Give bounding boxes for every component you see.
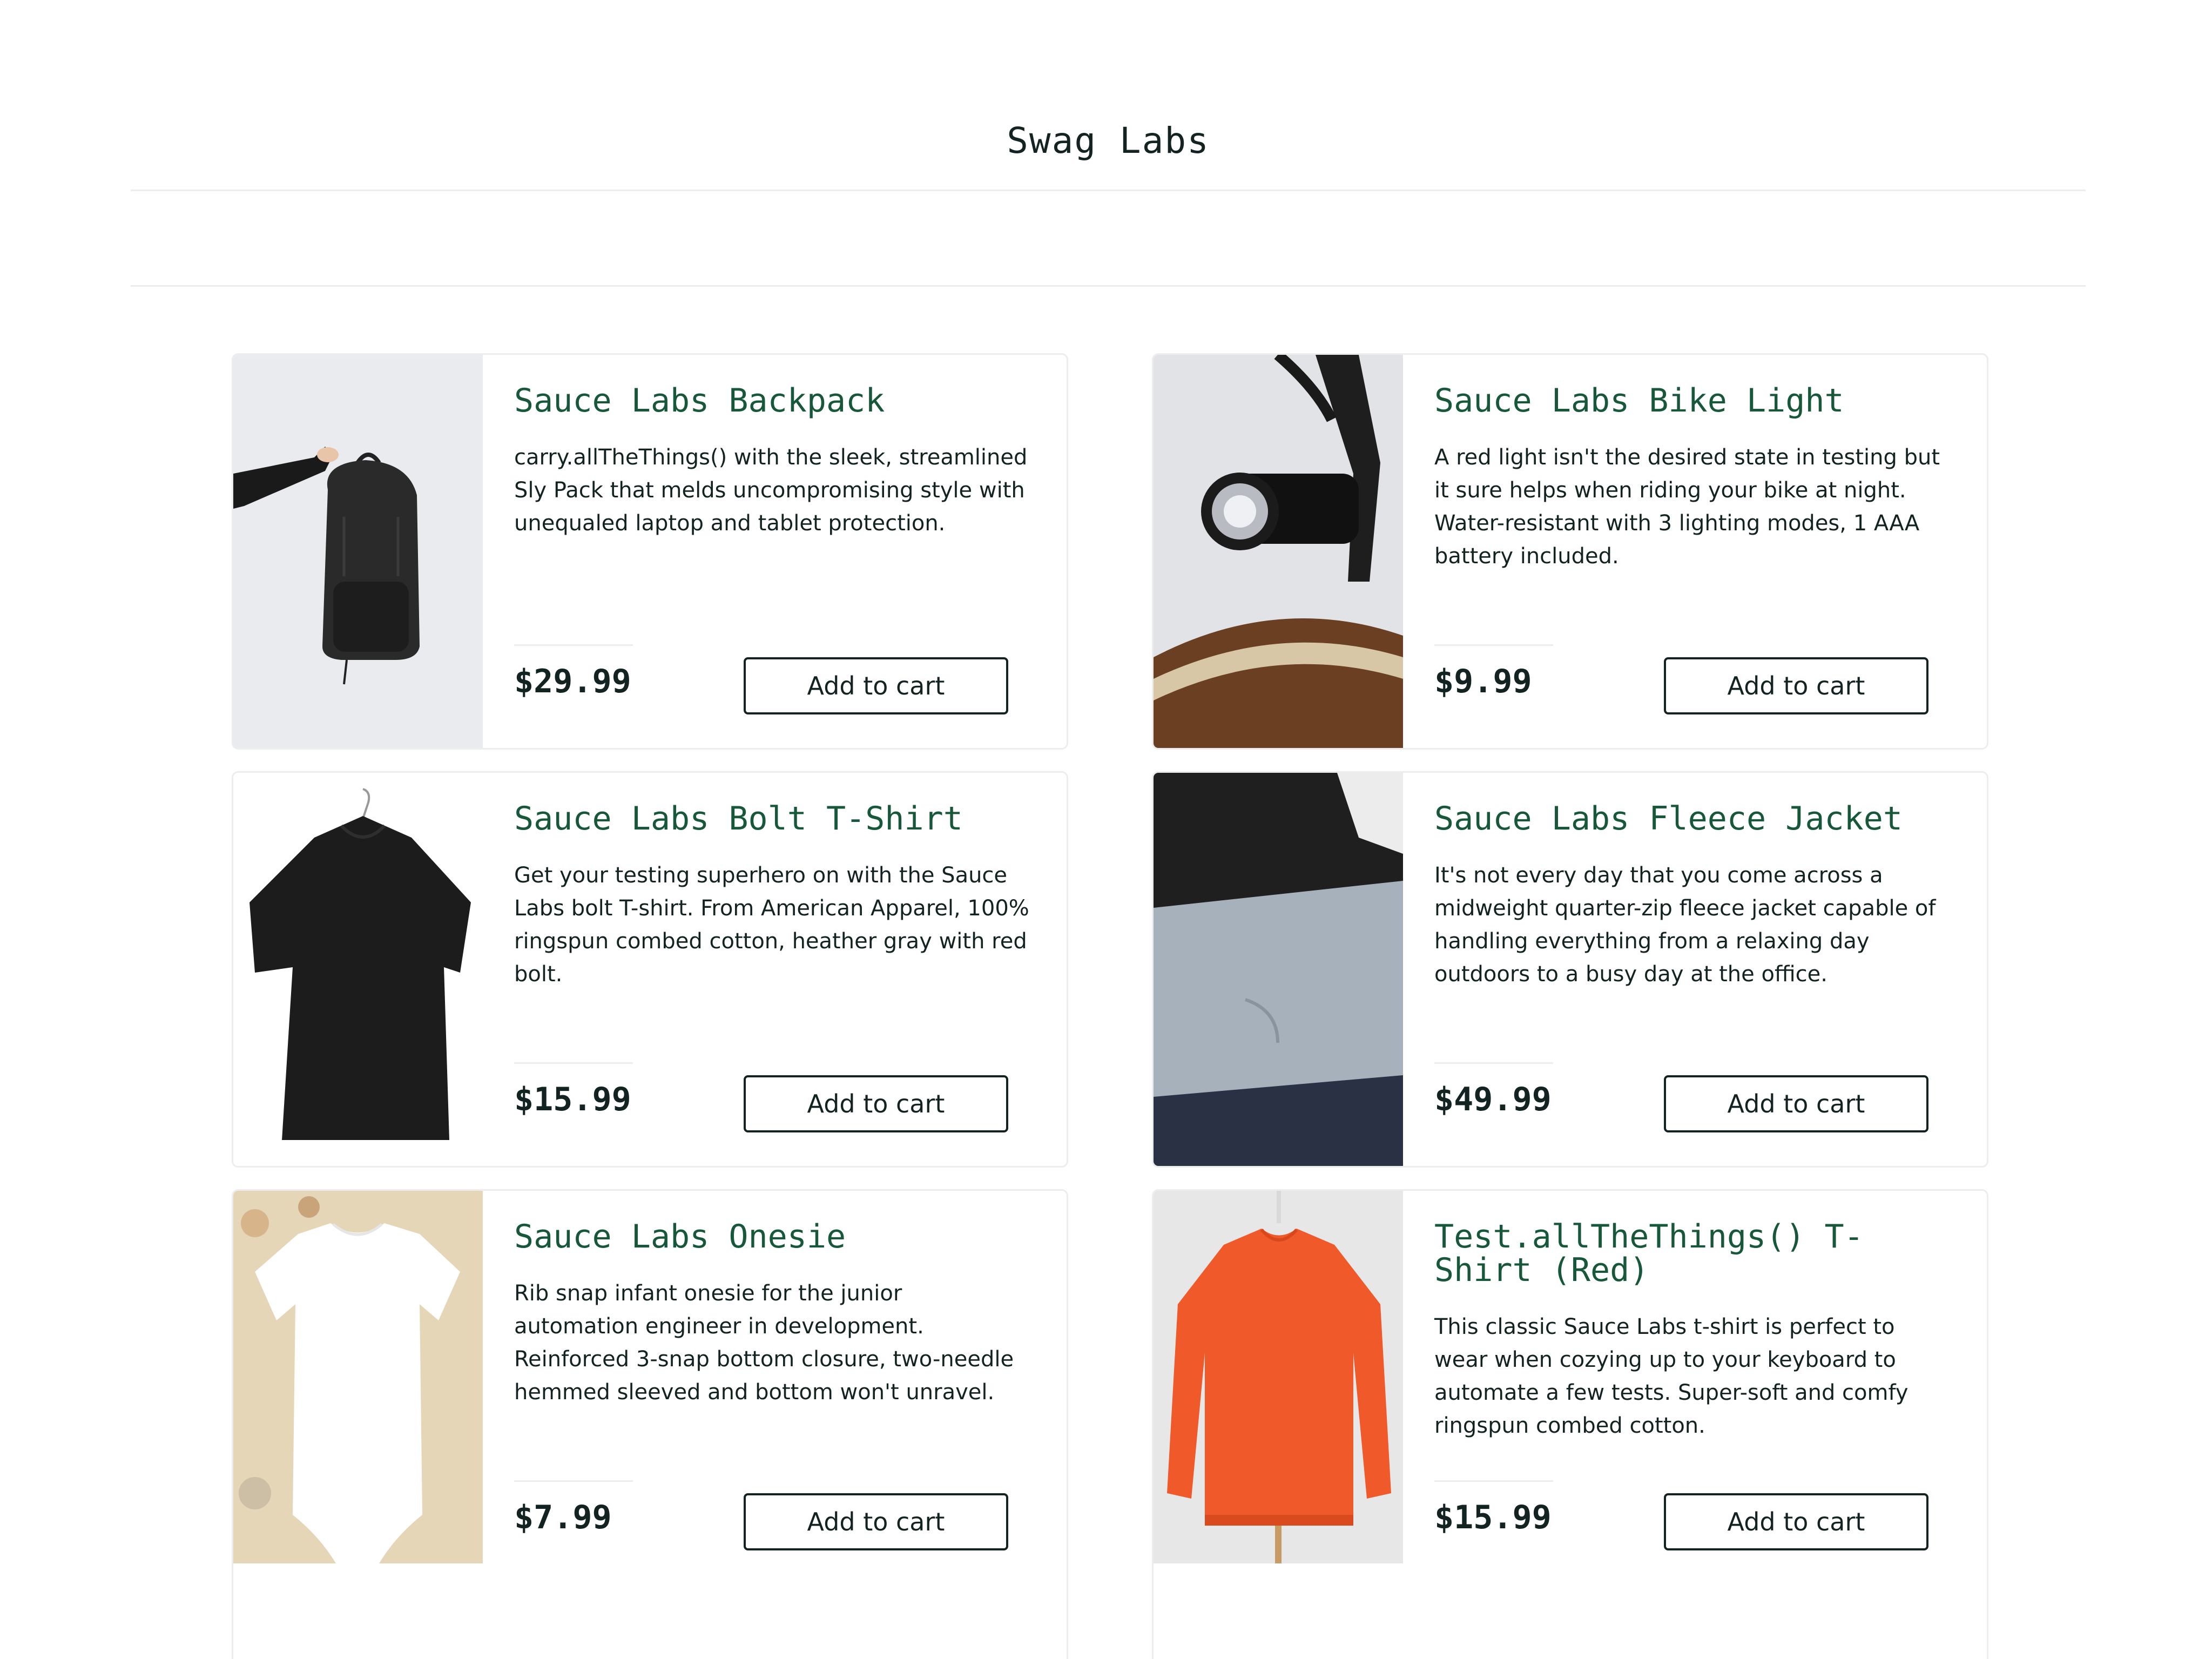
inventory-list: Sauce Labs Backpack carry.allTheThings()…	[0, 0, 2212, 1659]
price-divider	[1434, 644, 1553, 646]
add-to-cart-button[interactable]: Add to cart	[1664, 657, 1928, 714]
product-price: $15.99	[514, 1081, 631, 1118]
add-to-cart-button[interactable]: Add to cart	[744, 657, 1008, 714]
add-to-cart-button[interactable]: Add to cart	[1664, 1493, 1928, 1550]
product-image-link[interactable]	[1154, 773, 1403, 1166]
inventory-item: Test.allTheThings() T-Shirt (Red) This c…	[1152, 1189, 1988, 1659]
red-sweatshirt-image	[1154, 1191, 1403, 1563]
product-name[interactable]: Sauce Labs Bike Light	[1434, 384, 1953, 417]
add-to-cart-button[interactable]: Add to cart	[744, 1493, 1008, 1550]
product-price: $29.99	[514, 663, 631, 700]
product-name[interactable]: Sauce Labs Backpack	[514, 384, 1033, 417]
inventory-item: Sauce Labs Bike Light A red light isn't …	[1152, 353, 1988, 750]
backpack-image	[233, 355, 483, 748]
product-description: This classic Sauce Labs t-shirt is perfe…	[1434, 1314, 1908, 1438]
product-description: Get your testing superhero on with the S…	[514, 863, 1029, 987]
product-description: It's not every day that you come across …	[1434, 863, 1936, 987]
product-price: $49.99	[1434, 1081, 1552, 1118]
product-price: $7.99	[514, 1499, 612, 1536]
bike-light-image	[1154, 355, 1403, 748]
product-price: $15.99	[1434, 1499, 1552, 1536]
price-divider	[1434, 1062, 1553, 1064]
inventory-item: Sauce Labs Fleece Jacket It's not every …	[1152, 771, 1988, 1168]
product-description: Rib snap infant onesie for the junior au…	[514, 1281, 1014, 1405]
price-divider	[1434, 1480, 1553, 1482]
product-price: $9.99	[1434, 663, 1532, 700]
add-to-cart-button[interactable]: Add to cart	[744, 1075, 1008, 1132]
product-image-link[interactable]	[233, 773, 483, 1166]
onesie-image	[233, 1191, 483, 1563]
product-description: carry.allTheThings() with the sleek, str…	[514, 445, 1028, 536]
product-image-link[interactable]	[233, 355, 483, 748]
add-to-cart-button[interactable]: Add to cart	[1664, 1075, 1928, 1132]
inventory-item: Sauce Labs Backpack carry.allTheThings()…	[232, 353, 1068, 750]
product-image-link[interactable]	[233, 1191, 483, 1563]
product-image-link[interactable]	[1154, 1191, 1403, 1563]
product-image-link[interactable]	[1154, 355, 1403, 748]
inventory-item: Sauce Labs Onesie Rib snap infant onesie…	[232, 1189, 1068, 1659]
fleece-jacket-image	[1154, 773, 1403, 1166]
price-divider	[514, 1062, 633, 1064]
price-divider	[514, 644, 633, 646]
product-name[interactable]: Sauce Labs Fleece Jacket	[1434, 802, 1953, 835]
product-description: A red light isn't the desired state in t…	[1434, 445, 1940, 569]
inventory-item: Sauce Labs Bolt T-Shirt Get your testing…	[232, 771, 1068, 1168]
product-name[interactable]: Sauce Labs Bolt T-Shirt	[514, 802, 1033, 835]
product-name[interactable]: Sauce Labs Onesie	[514, 1220, 1033, 1253]
price-divider	[514, 1480, 633, 1482]
tshirt-image	[233, 773, 483, 1166]
product-name[interactable]: Test.allTheThings() T-Shirt (Red)	[1434, 1220, 1953, 1287]
